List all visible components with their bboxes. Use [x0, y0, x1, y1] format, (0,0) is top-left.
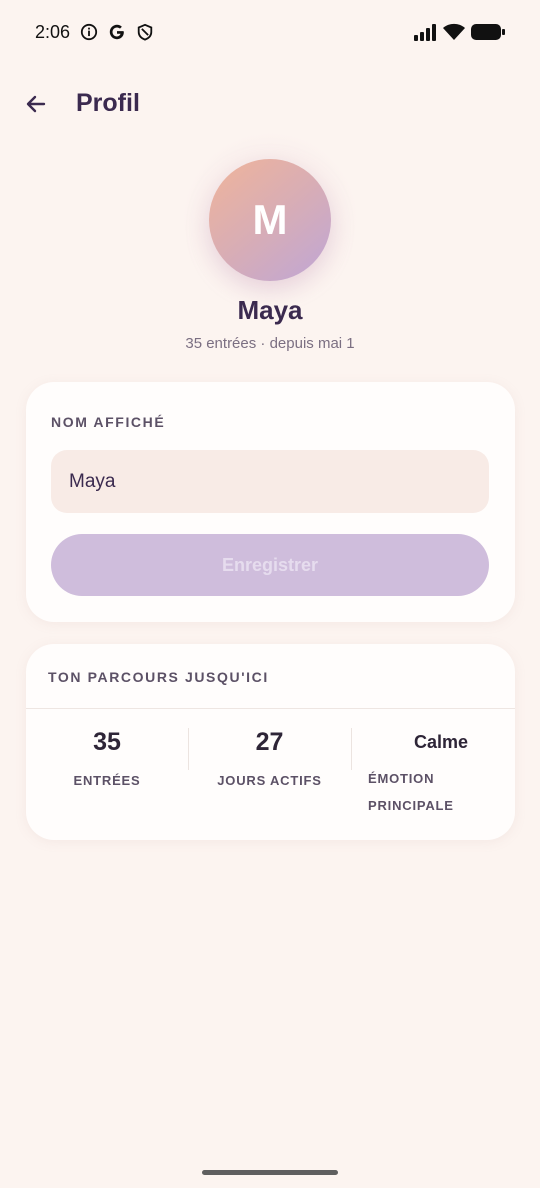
stat-active-days: 27 JOURS ACTIFS — [188, 728, 351, 828]
stat-entries-value: 35 — [93, 728, 121, 756]
status-time: 2:06 — [35, 22, 71, 42]
shield-icon — [137, 23, 153, 41]
avatar: M — [209, 159, 331, 281]
stat-main-emotion: Calme ÉMOTION PRINCIPALE — [351, 728, 515, 828]
stat-entries-label: ENTRÉES — [73, 773, 141, 788]
stat-main-emotion-label-line1: ÉMOTION — [368, 771, 435, 786]
status-bar: 2:06 — [0, 0, 540, 64]
back-button[interactable] — [20, 88, 52, 120]
profile-screen: 2:06 Profil M Maya 35 entrées · depuis m… — [0, 0, 540, 1188]
profile-name: Maya — [237, 295, 303, 325]
profile-meta: 35 entrées · depuis mai 1 — [185, 335, 355, 352]
battery-icon — [471, 24, 505, 40]
stat-active-days-label: JOURS ACTIFS — [217, 773, 322, 788]
stat-entries: 35 ENTRÉES — [26, 728, 188, 828]
journey-stats-card: TON PARCOURS JUSQU'ICI 35 ENTRÉES 27 JOU… — [26, 644, 515, 840]
stats-divider — [26, 708, 515, 709]
stat-active-days-value: 27 — [255, 728, 284, 756]
journey-label: TON PARCOURS JUSQU'ICI — [48, 669, 269, 685]
display-name-label: NOM AFFICHÉ — [51, 414, 166, 430]
avatar-initial: M — [252, 196, 288, 243]
stat-main-emotion-value: Calme — [413, 732, 469, 752]
arrow-left-icon — [26, 95, 46, 113]
display-name-input[interactable] — [51, 450, 489, 513]
save-button[interactable]: Enregistrer — [51, 534, 489, 596]
info-circle-icon — [80, 23, 98, 41]
stat-main-emotion-label-line2: PRINCIPALE — [368, 798, 454, 813]
display-name-card: NOM AFFICHÉ Enregistrer — [26, 382, 515, 622]
home-indicator[interactable] — [202, 1170, 338, 1175]
signal-icon — [414, 24, 436, 41]
google-g-icon — [109, 24, 124, 40]
page-title: Profil — [76, 89, 140, 117]
wifi-icon — [443, 23, 465, 40]
